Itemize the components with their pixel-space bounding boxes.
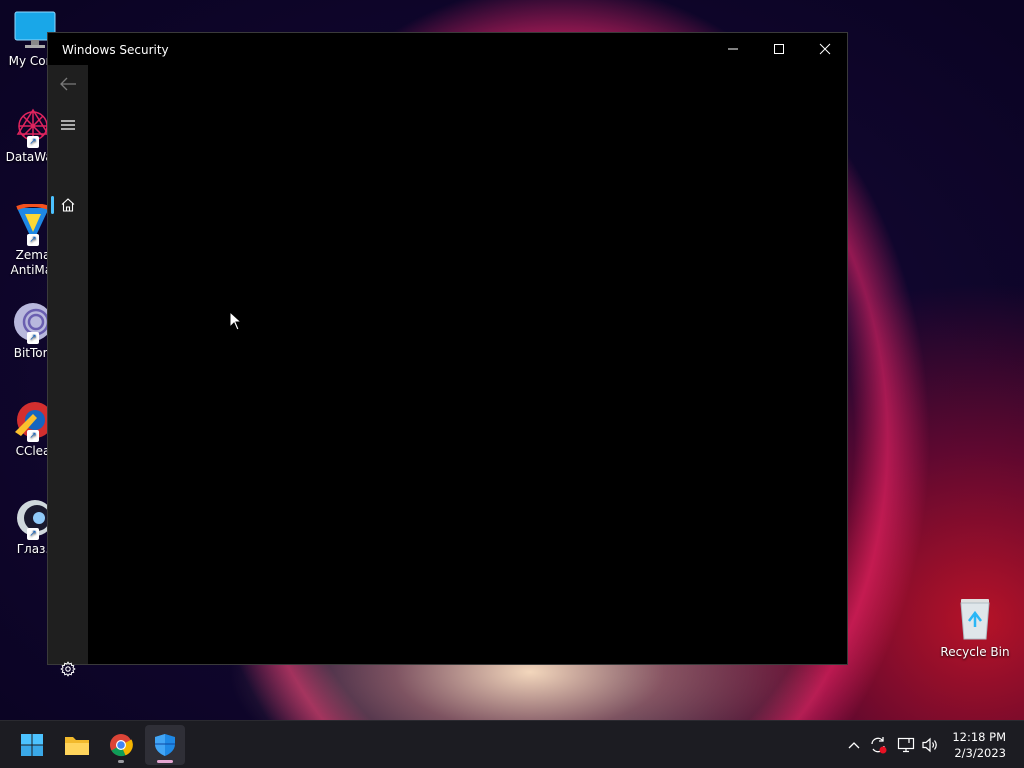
active-app-indicator	[157, 760, 173, 763]
shortcut-arrow-icon: ↗	[27, 234, 39, 246]
menu-button[interactable]	[48, 107, 88, 143]
maximize-icon	[774, 44, 784, 54]
shield-icon	[155, 734, 175, 756]
minimize-button[interactable]	[710, 33, 756, 65]
tray-network[interactable]	[894, 731, 918, 759]
nav-item-home[interactable]	[48, 187, 88, 223]
gear-icon	[60, 661, 76, 677]
hamburger-icon	[61, 120, 75, 130]
windows-security-window: Windows Security	[47, 32, 848, 677]
windows-logo-icon	[21, 734, 43, 756]
taskbar-chrome[interactable]	[101, 725, 141, 765]
volume-icon	[922, 737, 937, 753]
navigation-pane	[48, 65, 88, 677]
running-indicator	[118, 760, 124, 763]
chevron-up-icon	[848, 742, 860, 749]
folder-icon	[65, 737, 89, 755]
clock-date: 2/3/2023	[954, 746, 1006, 760]
taskbar-windows-security[interactable]	[145, 725, 185, 765]
minimize-icon	[728, 48, 738, 50]
chrome-icon	[110, 734, 133, 757]
start-button[interactable]	[12, 725, 52, 765]
back-button[interactable]	[48, 66, 88, 102]
taskbar-clock[interactable]: 12:18 PM 2/3/2023	[952, 729, 1006, 761]
tray-sync[interactable]	[866, 731, 890, 759]
recycle-bin-icon	[955, 597, 995, 641]
network-icon	[897, 737, 915, 753]
home-icon	[61, 198, 75, 212]
window-title: Windows Security	[62, 43, 169, 57]
shortcut-arrow-icon: ↗	[27, 430, 39, 442]
taskbar: 12:18 PM 2/3/2023	[0, 720, 1024, 768]
close-button[interactable]	[802, 33, 848, 65]
settings-button[interactable]	[48, 651, 88, 687]
desktop-icon-label: Recycle Bin	[940, 645, 1010, 659]
show-hidden-icons-button[interactable]	[842, 731, 866, 759]
sync-icon	[871, 737, 887, 754]
mouse-cursor-icon	[229, 310, 243, 335]
tray-volume[interactable]	[918, 731, 942, 759]
back-arrow-icon	[60, 77, 76, 91]
desktop-icon-recycle-bin[interactable]: Recycle Bin	[940, 597, 1010, 659]
shortcut-arrow-icon: ↗	[27, 136, 39, 148]
shortcut-arrow-icon: ↗	[27, 332, 39, 344]
active-indicator	[51, 196, 54, 214]
taskbar-file-explorer[interactable]	[57, 725, 97, 765]
close-icon	[819, 43, 831, 55]
clock-time: 12:18 PM	[952, 730, 1006, 744]
title-bar[interactable]: Windows Security	[48, 33, 847, 65]
shortcut-arrow-icon: ↗	[27, 528, 39, 540]
maximize-button[interactable]	[756, 33, 802, 65]
